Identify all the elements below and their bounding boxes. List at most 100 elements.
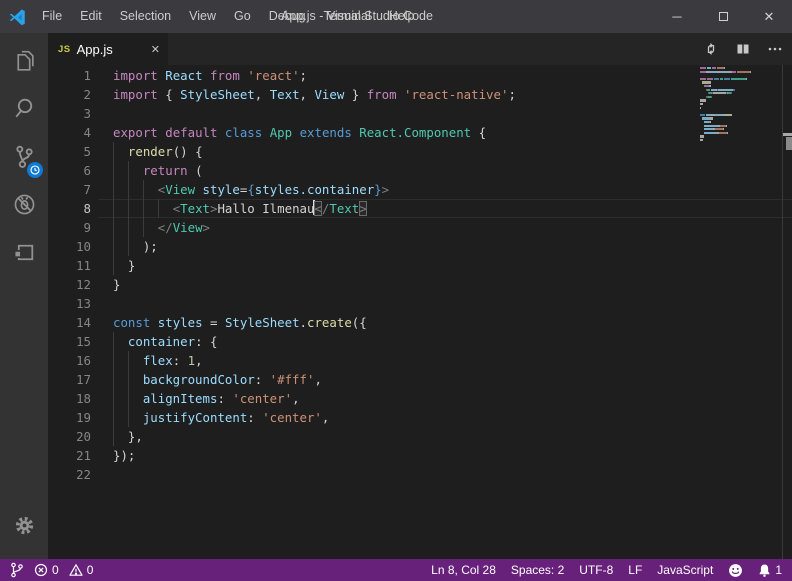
minimap-lines bbox=[700, 67, 782, 146]
code-token: StyleSheet bbox=[225, 315, 300, 330]
line-number[interactable]: 15 bbox=[48, 332, 91, 351]
encoding-button[interactable]: UTF-8 bbox=[579, 563, 613, 577]
code-line[interactable]: 22 bbox=[48, 465, 792, 484]
tab-bar: JS App.js ✕ bbox=[48, 33, 792, 65]
code-line[interactable]: 6 return ( bbox=[48, 161, 792, 180]
code-text: ); bbox=[113, 237, 792, 256]
code-line[interactable]: 7 <View style={styles.container}> bbox=[48, 180, 792, 199]
code-token: }, bbox=[113, 429, 143, 444]
line-number[interactable]: 16 bbox=[48, 351, 91, 370]
line-number[interactable]: 9 bbox=[48, 218, 91, 237]
line-number[interactable]: 19 bbox=[48, 408, 91, 427]
menu-edit[interactable]: Edit bbox=[71, 0, 111, 33]
language-mode-button[interactable]: JavaScript bbox=[657, 563, 713, 577]
code-token: import bbox=[113, 87, 158, 102]
problems-button[interactable]: 0 0 bbox=[34, 563, 93, 577]
code-line[interactable]: 10 ); bbox=[48, 237, 792, 256]
code-token: , bbox=[314, 372, 321, 387]
activity-extensions-button[interactable] bbox=[0, 228, 48, 276]
split-editor-button[interactable] bbox=[734, 40, 752, 58]
code-token: class bbox=[225, 125, 262, 140]
code-line[interactable]: 8 <Text>Hallo Ilmenau</Text> bbox=[48, 199, 792, 218]
indent-guide bbox=[113, 408, 114, 427]
code-line[interactable]: 1import React from 'react'; bbox=[48, 66, 792, 85]
maximize-icon bbox=[719, 12, 728, 21]
git-branch-icon bbox=[10, 562, 24, 578]
line-number[interactable]: 12 bbox=[48, 275, 91, 294]
code-token: flex bbox=[143, 353, 173, 368]
code-line[interactable]: 2 import { StyleSheet, Text, View } from … bbox=[48, 85, 792, 104]
code-line[interactable]: 4export default class App extends React.… bbox=[48, 123, 792, 142]
menu-selection[interactable]: Selection bbox=[111, 0, 180, 33]
more-actions-button[interactable] bbox=[766, 40, 784, 58]
open-changes-button[interactable] bbox=[702, 40, 720, 58]
menu-view[interactable]: View bbox=[180, 0, 225, 33]
code-line[interactable]: 16 flex: 1, bbox=[48, 351, 792, 370]
activity-search-button[interactable] bbox=[0, 84, 48, 132]
line-number[interactable]: 22 bbox=[48, 465, 91, 484]
code-token bbox=[150, 315, 157, 330]
menu-go[interactable]: Go bbox=[225, 0, 260, 33]
close-button[interactable]: ✕ bbox=[746, 0, 792, 33]
code-line[interactable]: 12} bbox=[48, 275, 792, 294]
code-line[interactable]: 15 container: { bbox=[48, 332, 792, 351]
code-token: StyleSheet bbox=[180, 87, 255, 102]
notifications-button[interactable]: 1 bbox=[758, 563, 782, 578]
line-number[interactable]: 20 bbox=[48, 427, 91, 446]
code-line[interactable]: 19 justifyContent: 'center', bbox=[48, 408, 792, 427]
code-editor[interactable]: 1import React from 'react';2 import { Sty… bbox=[48, 65, 792, 559]
tab-appjs[interactable]: JS App.js ✕ bbox=[48, 33, 168, 65]
activity-source-control-button[interactable] bbox=[0, 132, 48, 180]
code-line[interactable]: 5 render() { bbox=[48, 142, 792, 161]
code-token: . bbox=[300, 315, 307, 330]
code-line[interactable]: 11 } bbox=[48, 256, 792, 275]
line-number[interactable]: 2 bbox=[48, 85, 91, 104]
code-token: export bbox=[113, 125, 158, 140]
line-number[interactable]: 1 bbox=[48, 66, 91, 85]
activity-debug-button[interactable] bbox=[0, 180, 48, 228]
line-number[interactable]: 17 bbox=[48, 370, 91, 389]
code-token: }); bbox=[113, 448, 135, 463]
vscode-window: File Edit Selection View Go Debug Termin… bbox=[0, 0, 792, 581]
menu-file[interactable]: File bbox=[33, 0, 71, 33]
tab-label: App.js bbox=[77, 42, 143, 57]
line-number[interactable]: 6 bbox=[48, 161, 91, 180]
line-number[interactable]: 13 bbox=[48, 294, 91, 313]
code-token: React.Component bbox=[359, 125, 471, 140]
line-number[interactable]: 11 bbox=[48, 256, 91, 275]
code-line[interactable]: 20 }, bbox=[48, 427, 792, 446]
code-line[interactable]: 3 bbox=[48, 104, 792, 123]
code-line[interactable]: 18 alignItems: 'center', bbox=[48, 389, 792, 408]
line-number[interactable]: 3 bbox=[48, 104, 91, 123]
cursor-position-button[interactable]: Ln 8, Col 28 bbox=[431, 563, 496, 577]
eol-button[interactable]: LF bbox=[628, 563, 642, 577]
manage-button[interactable] bbox=[0, 501, 48, 549]
line-number[interactable]: 18 bbox=[48, 389, 91, 408]
line-number[interactable]: 5 bbox=[48, 142, 91, 161]
line-number[interactable]: 21 bbox=[48, 446, 91, 465]
minimap[interactable] bbox=[700, 67, 782, 146]
code-line[interactable]: 13 bbox=[48, 294, 792, 313]
line-number[interactable]: 10 bbox=[48, 237, 91, 256]
feedback-button[interactable] bbox=[728, 563, 743, 578]
maximize-button[interactable] bbox=[700, 0, 746, 33]
code-line[interactable]: 21}); bbox=[48, 446, 792, 465]
minimize-button[interactable]: ─ bbox=[654, 0, 700, 33]
git-branch-button[interactable] bbox=[10, 562, 24, 578]
code-line[interactable]: 17 backgroundColor: '#fff', bbox=[48, 370, 792, 389]
code-text: import { StyleSheet, Text, View } from '… bbox=[113, 85, 792, 104]
indent-guide bbox=[158, 199, 159, 218]
line-number[interactable]: 7 bbox=[48, 180, 91, 199]
editor-lines: 1import React from 'react';2 import { Sty… bbox=[48, 66, 792, 484]
overview-ruler[interactable] bbox=[782, 65, 792, 559]
tab-close-icon[interactable]: ✕ bbox=[151, 43, 160, 56]
indentation-button[interactable]: Spaces: 2 bbox=[511, 563, 564, 577]
line-number[interactable]: 4 bbox=[48, 123, 91, 142]
activity-explorer-button[interactable] bbox=[0, 36, 48, 84]
code-token: > bbox=[203, 220, 210, 235]
line-number[interactable]: 8 bbox=[48, 199, 91, 218]
line-number[interactable]: 14 bbox=[48, 313, 91, 332]
code-line[interactable]: 9 </View> bbox=[48, 218, 792, 237]
code-line[interactable]: 14const styles = StyleSheet.create({ bbox=[48, 313, 792, 332]
code-token: Text bbox=[180, 201, 210, 216]
